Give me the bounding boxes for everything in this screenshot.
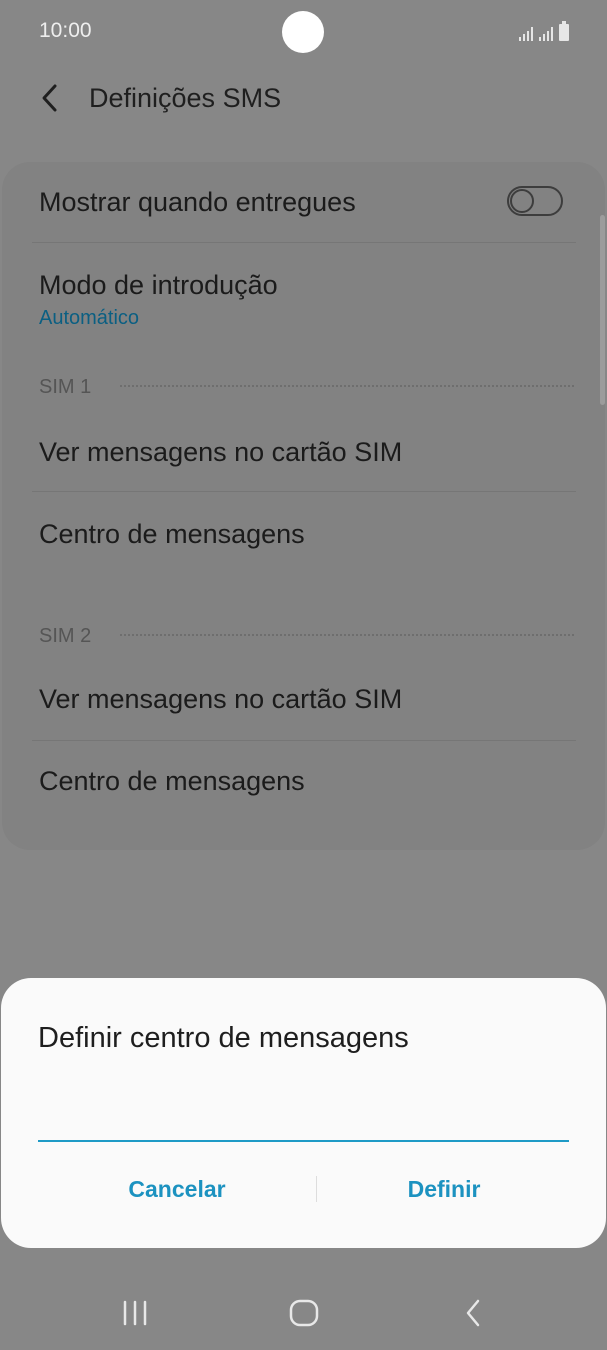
toggle-knob (510, 189, 534, 213)
delivery-reports-toggle[interactable] (507, 186, 563, 216)
sim1-message-center-row[interactable]: Centro de mensagens (2, 492, 605, 582)
sim1-header: SIM 1 (39, 376, 92, 398)
sim1-header-dots (120, 385, 574, 387)
input-mode-row[interactable]: Modo de introdução Automático (2, 243, 605, 335)
status-icons (519, 21, 569, 41)
delivery-reports-label: Mostrar quando entregues (39, 187, 356, 217)
nav-back-button[interactable] (444, 1290, 504, 1336)
status-bar: 10:00 (0, 0, 607, 64)
battery-icon (559, 21, 569, 41)
page-title: Definições SMS (89, 83, 282, 113)
message-center-input[interactable] (38, 1086, 569, 1142)
input-mode-label: Modo de introdução (39, 270, 278, 300)
home-button[interactable] (274, 1290, 334, 1336)
sim2-view-messages-row[interactable]: Ver mensagens no cartão SIM (2, 662, 605, 740)
navigation-bar (0, 1276, 607, 1350)
sim2-header-dots (120, 634, 574, 636)
signal-sim2-icon (539, 25, 553, 41)
scrollbar[interactable] (600, 215, 605, 405)
input-mode-value: Automático (39, 307, 140, 329)
back-icon (466, 1299, 480, 1327)
chevron-left-icon (42, 84, 57, 112)
back-button[interactable] (30, 78, 70, 118)
dialog-title: Definir centro de mensagens (38, 1022, 409, 1054)
sim2-message-center-label: Centro de mensagens (39, 766, 305, 796)
app-bar: Definições SMS (0, 64, 607, 136)
status-time: 10:00 (39, 19, 92, 42)
signal-sim1-icon (519, 25, 533, 41)
sim1-view-messages-label: Ver mensagens no cartão SIM (39, 437, 403, 467)
sim1-view-messages-row[interactable]: Ver mensagens no cartão SIM (2, 412, 605, 492)
set-message-center-dialog: Definir centro de mensagens Cancelar Def… (1, 978, 606, 1248)
camera-cutout (282, 11, 324, 53)
sim2-message-center-row[interactable]: Centro de mensagens (2, 741, 605, 831)
recents-icon (123, 1300, 147, 1326)
sim2-header: SIM 2 (39, 625, 92, 647)
recents-button[interactable] (105, 1290, 165, 1336)
cancel-button[interactable]: Cancelar (47, 1164, 307, 1214)
sim2-view-messages-label: Ver mensagens no cartão SIM (39, 684, 403, 714)
confirm-button[interactable]: Definir (314, 1164, 574, 1214)
home-icon (289, 1299, 319, 1327)
settings-card: Mostrar quando entregues Modo de introdu… (2, 162, 605, 850)
delivery-reports-row[interactable]: Mostrar quando entregues (2, 162, 605, 242)
sim1-message-center-label: Centro de mensagens (39, 519, 305, 549)
